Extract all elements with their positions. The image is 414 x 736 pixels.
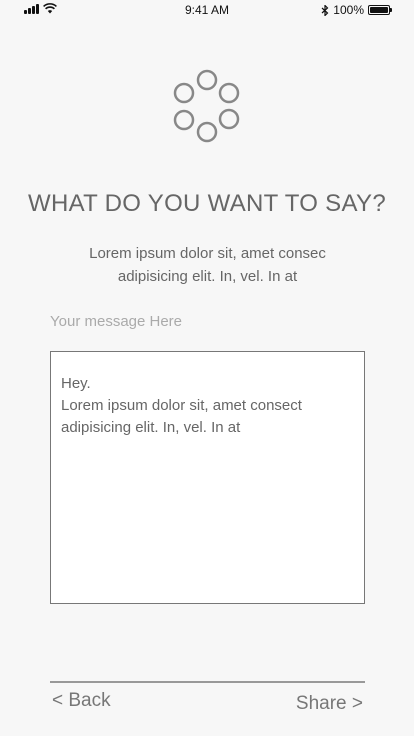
status-right: 100%: [321, 3, 392, 17]
battery-fill: [370, 7, 388, 13]
back-button[interactable]: < Back: [52, 690, 111, 712]
footer-divider: [50, 681, 365, 683]
share-button[interactable]: Share >: [296, 693, 363, 715]
battery-cap: [390, 8, 392, 12]
bluetooth-icon: [321, 4, 329, 16]
circle-ring-logo-icon: [173, 69, 240, 143]
page-description: Lorem ipsum dolor sit, amet consec adipi…: [89, 245, 326, 285]
message-textarea[interactable]: Hey. Lorem ipsum dolor sit, amet consect…: [50, 351, 365, 604]
battery-icon: [368, 5, 392, 15]
page-title: WHAT DO YOU WANT TO SAY?: [28, 190, 386, 217]
status-bar: 9:41 AM 100%: [0, 0, 414, 20]
battery-percentage: 100%: [333, 3, 364, 17]
message-label: Your message Here: [50, 313, 183, 330]
